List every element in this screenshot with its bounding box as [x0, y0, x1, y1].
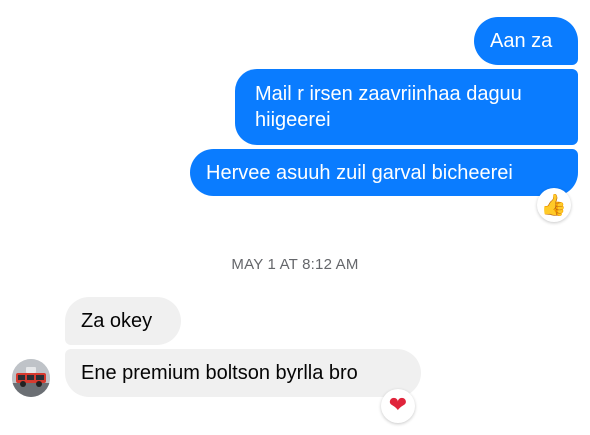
message-outgoing[interactable]: Hervee asuuh zuil garval bicheerei — [190, 149, 578, 196]
heart-icon: ❤ — [388, 393, 408, 418]
message-reaction[interactable]: ❤ — [381, 389, 415, 423]
message-text: Za okey — [81, 310, 153, 332]
message-text: Mail r irsen zaavriinhaa daguu hiigeerei — [255, 83, 522, 131]
message-incoming[interactable]: Ene premium boltson byrlla bro — [65, 349, 421, 397]
message-text: Ene premium boltson byrlla bro — [81, 362, 358, 384]
message-outgoing[interactable]: Aan za — [474, 17, 578, 65]
timestamp-divider: MAY 1 AT 8:12 AM — [231, 256, 359, 273]
message-outgoing[interactable]: Mail r irsen zaavriinhaa daguu hiigeerei — [235, 69, 578, 145]
message-reaction[interactable]: 👍 — [537, 188, 571, 222]
message-text: Aan za — [490, 30, 553, 52]
thumbs-up-icon: 👍 — [540, 192, 568, 217]
message-text: Hervee asuuh zuil garval bicheerei — [206, 161, 513, 184]
message-incoming[interactable]: Za okey — [65, 297, 181, 345]
avatar-image — [12, 359, 50, 397]
avatar[interactable] — [12, 359, 50, 397]
